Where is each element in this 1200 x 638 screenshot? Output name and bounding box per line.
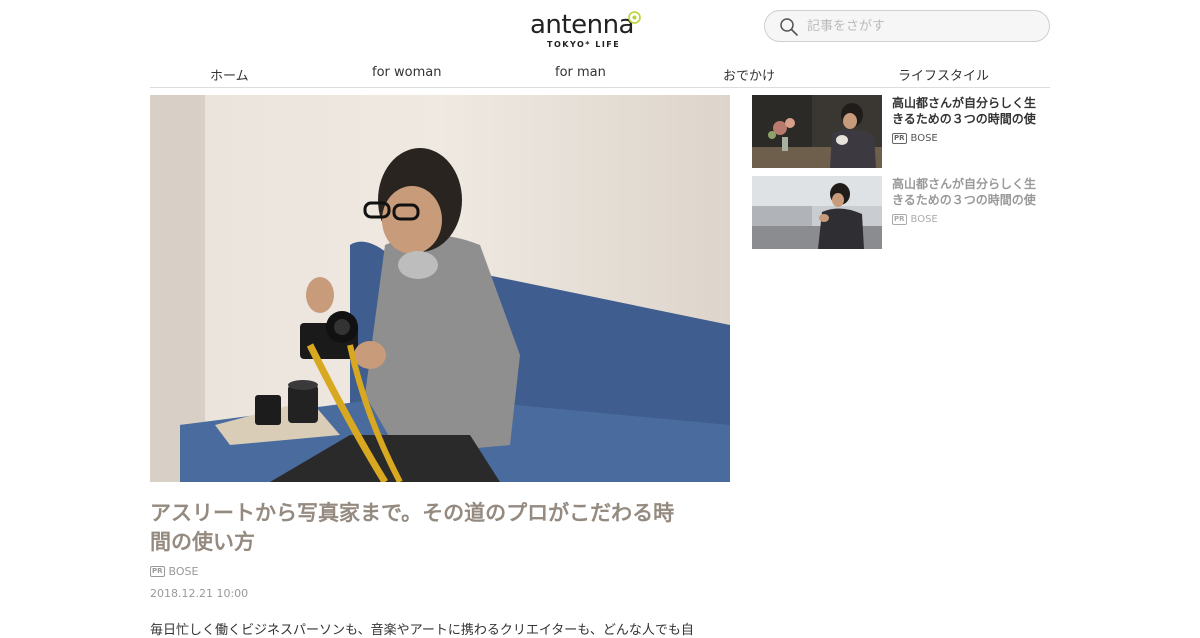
logo-badge-icon (628, 11, 641, 24)
search-input[interactable] (805, 15, 1035, 37)
side-article-sponsor: BOSE (910, 214, 938, 225)
side-article-card[interactable]: 高山都さんが自分らしく生 きるための３つの時間の使 PR BOSE (752, 95, 1050, 168)
side-article-title-line2: きるための３つの時間の使 (892, 112, 1036, 126)
site-header: antenna TOKYO* LIFE (0, 0, 1200, 60)
nav-item-outing[interactable]: おでかけ (723, 65, 775, 84)
article-date: 2018.12.21 10:00 (150, 587, 249, 600)
search-box[interactable] (764, 10, 1050, 42)
pr-badge: PR (892, 133, 907, 144)
article-title-line2: 間の使い方 (150, 530, 255, 554)
nav-item-for-woman[interactable]: for woman (372, 65, 441, 80)
article-sponsor-row: PR BOSE (150, 565, 198, 578)
side-article-sponsor-row: PR BOSE (892, 214, 938, 225)
side-article-sponsor-row: PR BOSE (892, 133, 938, 144)
pr-badge: PR (892, 214, 907, 225)
search-icon[interactable] (779, 17, 799, 37)
article-sponsor: BOSE (168, 565, 199, 578)
side-article-thumbnail (752, 95, 882, 168)
nav-item-lifestyle[interactable]: ライフスタイル (898, 65, 989, 84)
side-article-title-line1: 高山都さんが自分らしく生 (892, 96, 1037, 110)
side-article-title: 高山都さんが自分らしく生 きるための３つの時間の使 (892, 95, 1050, 127)
side-article-thumbnail (752, 176, 882, 249)
hero-image[interactable] (150, 95, 730, 482)
nav-item-home[interactable]: ホーム (210, 65, 249, 84)
main-nav: ホーム for woman for man おでかけ ライフスタイル (150, 60, 1050, 88)
article-title[interactable]: アスリートから写真家まで。その道のプロがこだわる時 間の使い方 (150, 499, 730, 557)
side-article-title: 高山都さんが自分らしく生 きるための３つの時間の使 (892, 176, 1050, 208)
site-logo[interactable]: antenna TOKYO* LIFE (530, 10, 642, 52)
pr-badge: PR (150, 566, 165, 577)
side-article-card[interactable]: 高山都さんが自分らしく生 きるための３つの時間の使 PR BOSE (752, 176, 1050, 249)
logo-wordmark: antenna (530, 10, 635, 40)
article-lead: 毎日忙しく働くビジネスパーソンも、音楽やアートに携わるクリエイターも、どんな人で… (150, 623, 694, 638)
article-title-line1: アスリートから写真家まで。その道のプロがこだわる時 (150, 501, 675, 525)
side-article-title-line1: 高山都さんが自分らしく生 (892, 177, 1037, 191)
side-article-sponsor: BOSE (910, 133, 938, 144)
logo-subtitle: TOKYO* LIFE (547, 40, 621, 49)
side-article-title-line2: きるための３つの時間の使 (892, 193, 1036, 207)
hero-photo (150, 95, 730, 482)
nav-item-for-man[interactable]: for man (555, 65, 606, 80)
